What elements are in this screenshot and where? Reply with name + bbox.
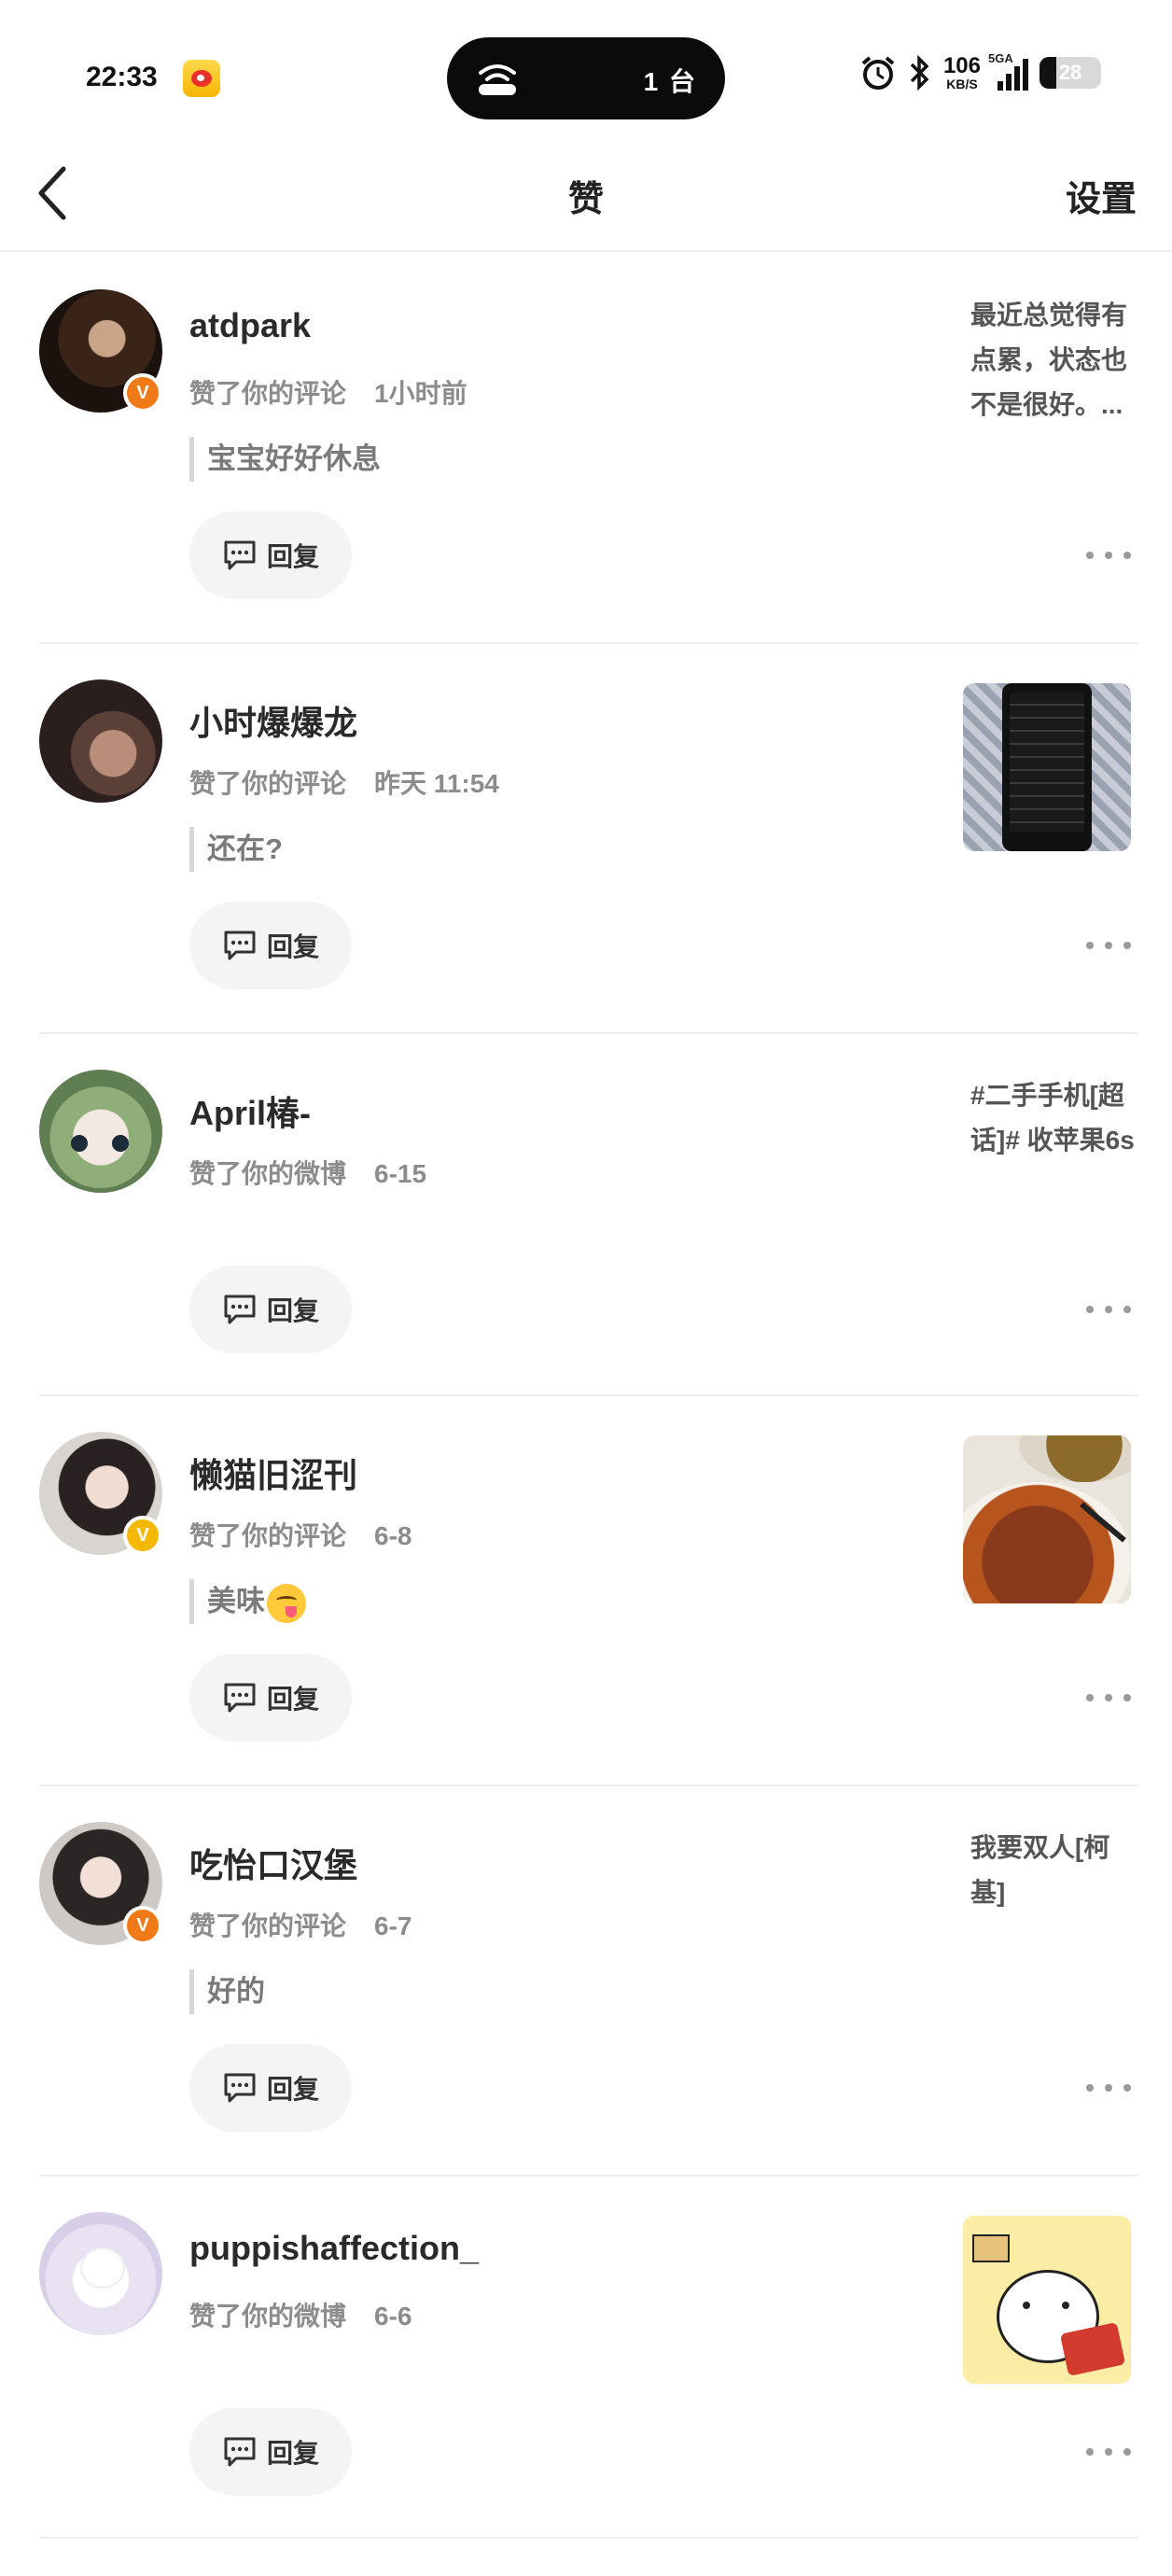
battery-icon: 28 <box>1039 57 1101 89</box>
quoted-comment[interactable]: 宝宝好好休息 <box>189 437 381 482</box>
verified-badge-icon: V <box>123 1516 162 1555</box>
verified-badge-icon: V <box>123 373 162 413</box>
user-name[interactable]: 小时爆爆龙 <box>189 696 357 745</box>
settings-button[interactable]: 设置 <box>1066 170 1137 221</box>
like-meta: 赞了你的微博 6-6 <box>189 2302 412 2331</box>
network-speed: 106 KB/S <box>942 53 981 91</box>
source-post-text[interactable]: 我要双人[柯基] <box>970 1826 1138 1915</box>
bluetooth-icon <box>910 54 929 91</box>
list-item: V 吃怡口汉堡 赞了你的评论 6-7 好的 我要双人[柯基] 回复 <box>39 1786 1138 2177</box>
clock: 22:33 <box>86 62 158 92</box>
device-count: 1 台 <box>643 67 697 96</box>
dynamic-island[interactable]: 1 台 <box>447 37 725 119</box>
status-bar: 22:33 1 台 106 KB/S 5GA 28 <box>0 0 1172 140</box>
reply-button[interactable]: 回复 <box>189 2408 352 2496</box>
quoted-comment[interactable]: 好的 <box>189 1969 265 2014</box>
reply-button[interactable]: 回复 <box>189 902 352 989</box>
like-meta: 赞了你的评论 6-8 <box>189 1521 412 1550</box>
post-thumbnail[interactable] <box>963 2216 1131 2384</box>
cast-icon <box>479 64 516 95</box>
cellular-signal-icon: 5GA <box>988 51 1028 91</box>
list-item: April椿- 赞了你的微博 6-15 #二手手机[超话]# 收苹果6s 回复 <box>39 1034 1138 1396</box>
yummy-emoji-icon <box>267 1583 306 1623</box>
user-name[interactable]: 吃怡口汉堡 <box>189 1839 357 1887</box>
weibo-app-icon <box>183 60 220 97</box>
like-meta: 赞了你的评论 昨天 11:54 <box>189 769 499 798</box>
avatar[interactable] <box>39 2212 162 2335</box>
list-item: puppishaffection_ 赞了你的微博 6-6 回复 <box>39 2177 1138 2539</box>
more-options-button[interactable] <box>1086 1295 1131 1323</box>
comment-icon <box>224 540 256 570</box>
avatar[interactable] <box>39 1070 162 1193</box>
more-options-button[interactable] <box>1086 931 1131 959</box>
like-meta: 赞了你的评论 1小时前 <box>189 379 467 408</box>
likes-list: V atdpark 赞了你的评论 1小时前 宝宝好好休息 最近总觉得有点累，状态也… <box>0 254 1172 2539</box>
reply-button[interactable]: 回复 <box>189 1266 352 1353</box>
alarm-icon <box>861 56 895 90</box>
comment-icon <box>224 931 256 960</box>
list-item: V atdpark 赞了你的评论 1小时前 宝宝好好休息 最近总觉得有点累，状态也… <box>39 254 1138 644</box>
more-options-button[interactable] <box>1086 1684 1131 1712</box>
page-title: 赞 <box>567 180 604 219</box>
source-post-text[interactable]: #二手手机[超话]# 收苹果6s <box>970 1073 1138 1163</box>
verified-badge-icon: V <box>123 1906 162 1945</box>
nav-bar: 赞 设置 <box>0 140 1172 252</box>
more-options-button[interactable] <box>1086 2438 1131 2466</box>
comment-icon <box>224 1683 256 1713</box>
comment-icon <box>224 2073 256 2103</box>
user-name[interactable]: 懒猫旧涩刊 <box>189 1449 357 1497</box>
source-post-text[interactable]: 最近总觉得有点累，状态也不是很好。... <box>970 293 1138 427</box>
reply-button[interactable]: 回复 <box>189 511 352 599</box>
like-meta: 赞了你的微博 6-15 <box>189 1159 427 1188</box>
list-item: V 懒猫旧涩刊 赞了你的评论 6-8 美味 回复 <box>39 1396 1138 1786</box>
user-name[interactable]: puppishaffection_ <box>189 2229 479 2268</box>
like-meta: 赞了你的评论 6-7 <box>189 1911 412 1940</box>
post-thumbnail[interactable] <box>963 1435 1131 1603</box>
quoted-comment[interactable]: 还在? <box>189 827 283 872</box>
user-name[interactable]: April椿- <box>189 1086 311 1135</box>
comment-icon <box>224 1295 256 1324</box>
avatar[interactable] <box>39 679 162 803</box>
user-name[interactable]: atdpark <box>189 306 311 345</box>
quoted-comment[interactable]: 美味 <box>189 1579 306 1624</box>
system-icons: 106 KB/S 5GA 28 <box>859 51 1101 91</box>
reply-button[interactable]: 回复 <box>189 1654 352 1742</box>
more-options-button[interactable] <box>1086 541 1131 569</box>
list-item: 小时爆爆龙 赞了你的评论 昨天 11:54 还在? 回复 <box>39 644 1138 1034</box>
reply-button[interactable]: 回复 <box>189 2044 352 2132</box>
post-thumbnail[interactable] <box>963 683 1131 851</box>
comment-icon <box>224 2437 256 2467</box>
more-options-button[interactable] <box>1086 2074 1131 2102</box>
